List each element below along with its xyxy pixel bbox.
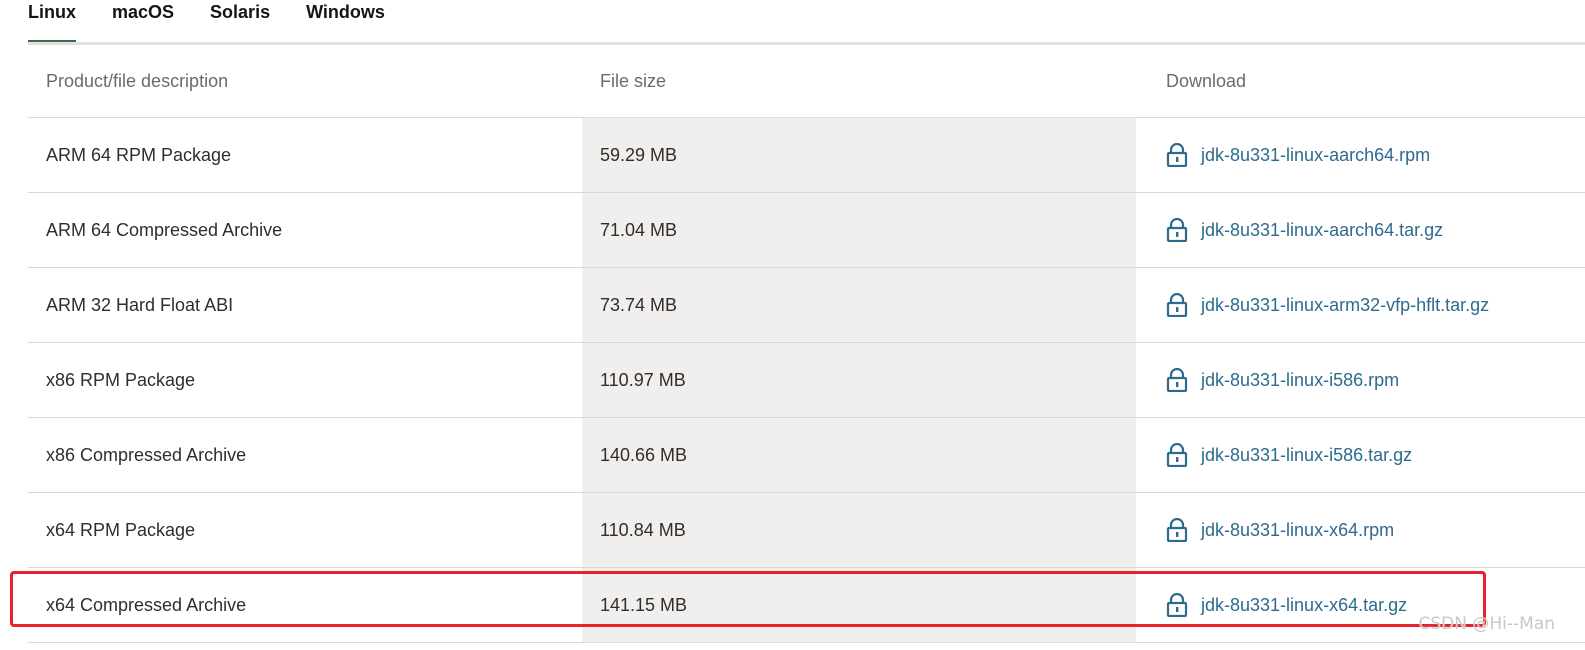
row-file-size: 110.84 MB [582,493,1136,567]
download-link[interactable]: jdk-8u331-linux-x64.rpm [1166,518,1394,542]
lock-icon [1166,293,1188,317]
os-tabs: Linux macOS Solaris Windows [28,0,421,44]
table-row: ARM 64 RPM Package 59.29 MB jdk-8u331-li… [28,118,1585,193]
download-filename: jdk-8u331-linux-i586.tar.gz [1201,444,1413,465]
header-description: Product/file description [46,70,229,91]
download-page: Linux macOS Solaris Windows Product/file… [0,0,1585,650]
header-file-size: File size [600,70,667,91]
row-download-cell: jdk-8u331-linux-i586.tar.gz [1136,418,1585,492]
table-header-row: Product/file description File size Downl… [28,45,1585,118]
lock-icon [1166,368,1188,392]
download-filename: jdk-8u331-linux-aarch64.tar.gz [1201,219,1444,240]
download-filename: jdk-8u331-linux-x64.tar.gz [1201,594,1408,615]
watermark: CSDN @Hi--Man [1418,614,1555,634]
row-description: x64 RPM Package [46,519,196,540]
download-filename: jdk-8u331-linux-aarch64.rpm [1201,144,1431,165]
table-row: ARM 64 Compressed Archive 71.04 MB jdk-8… [28,193,1585,268]
row-file-size: 59.29 MB [582,118,1136,192]
row-file-size: 140.66 MB [582,418,1136,492]
row-download-cell: jdk-8u331-linux-i586.rpm [1136,343,1585,417]
row-description: x64 Compressed Archive [46,594,247,615]
row-download-cell: jdk-8u331-linux-x64.rpm [1136,493,1585,567]
download-link[interactable]: jdk-8u331-linux-aarch64.rpm [1166,143,1430,167]
table-row: x64 RPM Package 110.84 MB jdk-8u331-linu… [28,493,1585,568]
table-row: x86 Compressed Archive 140.66 MB jdk-8u3… [28,418,1585,493]
lock-icon [1166,518,1188,542]
lock-icon [1166,443,1188,467]
row-description: ARM 32 Hard Float ABI [46,294,234,315]
tab-linux[interactable]: Linux [28,0,76,44]
row-download-cell: jdk-8u331-linux-arm32-vfp-hflt.tar.gz [1136,268,1585,342]
download-link[interactable]: jdk-8u331-linux-aarch64.tar.gz [1166,218,1443,242]
table-row: ARM 32 Hard Float ABI 73.74 MB jdk-8u331… [28,268,1585,343]
lock-icon [1166,143,1188,167]
table-row: x86 RPM Package 110.97 MB jdk-8u331-linu… [28,343,1585,418]
row-file-size: 73.74 MB [582,268,1136,342]
lock-icon [1166,218,1188,242]
download-filename: jdk-8u331-linux-arm32-vfp-hflt.tar.gz [1201,294,1490,315]
download-filename: jdk-8u331-linux-i586.rpm [1201,369,1400,390]
row-description: ARM 64 Compressed Archive [46,219,283,240]
row-download-cell: jdk-8u331-linux-aarch64.rpm [1136,118,1585,192]
download-link[interactable]: jdk-8u331-linux-x64.tar.gz [1166,593,1407,617]
header-download: Download [1166,70,1247,91]
download-link[interactable]: jdk-8u331-linux-arm32-vfp-hflt.tar.gz [1166,293,1489,317]
row-file-size: 71.04 MB [582,193,1136,267]
tab-windows[interactable]: Windows [306,0,385,44]
download-link[interactable]: jdk-8u331-linux-i586.rpm [1166,368,1399,392]
table-row: x64 Compressed Archive 141.15 MB jdk-8u3… [28,568,1585,643]
row-description: ARM 64 RPM Package [46,144,232,165]
download-link[interactable]: jdk-8u331-linux-i586.tar.gz [1166,443,1412,467]
row-description: x86 RPM Package [46,369,196,390]
download-filename: jdk-8u331-linux-x64.rpm [1201,519,1395,540]
tab-macos[interactable]: macOS [112,0,174,44]
row-description: x86 Compressed Archive [46,444,247,465]
row-file-size: 110.97 MB [582,343,1136,417]
tab-solaris[interactable]: Solaris [210,0,270,44]
downloads-table: Product/file description File size Downl… [28,45,1585,643]
row-file-size: 141.15 MB [582,568,1136,642]
lock-icon [1166,593,1188,617]
row-download-cell: jdk-8u331-linux-aarch64.tar.gz [1136,193,1585,267]
